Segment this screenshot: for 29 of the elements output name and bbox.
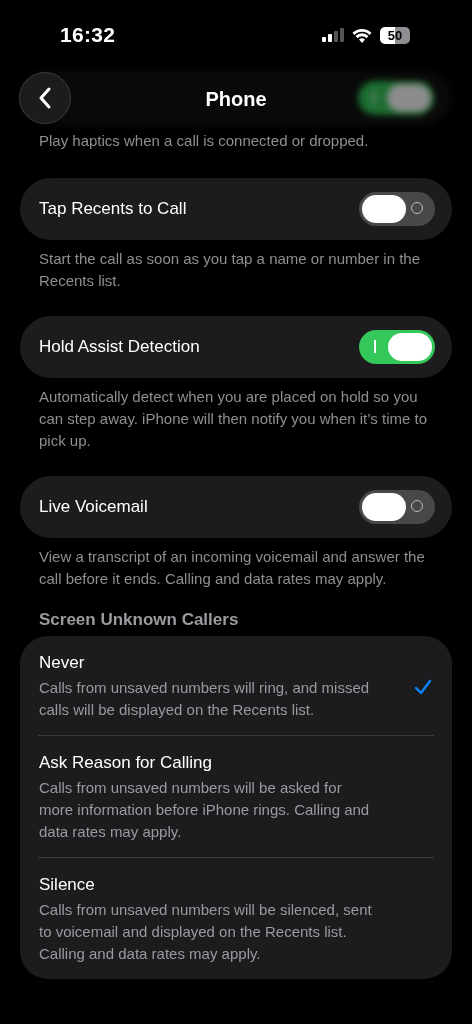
section-heading: Screen Unknown Callers <box>38 609 240 631</box>
back-button[interactable] <box>19 72 71 124</box>
setting-label: Tap Recents to Call <box>39 199 187 219</box>
back-chevron-icon <box>38 87 52 109</box>
setting-description: View a transcript of an incoming voicemail and answer the call before it ends. Calling and data rates may apply. <box>38 547 426 589</box>
signal-icon <box>322 28 344 42</box>
toggle-switch[interactable] <box>358 81 434 115</box>
setting-description: Automatically detect when you are placed on hold so you can step away. iPhone will then notify you when it’s time to pick up. <box>38 387 428 451</box>
option-description: Calls from unsaved numbers will be asked for more information before iPhone rings. Calling and data rates may apply. <box>39 778 371 842</box>
option-title: Silence <box>39 875 96 895</box>
option-title: Ask Reason for Calling <box>39 753 213 773</box>
option-row[interactable]: Ask Reason for Calling Calls from unsaved numbers will be asked for more information before iPhone rings. Calling and data rates may apply. <box>38 735 434 857</box>
toggle-switch[interactable] <box>359 490 435 524</box>
toggle-switch[interactable] <box>359 330 435 364</box>
checkmark-icon <box>414 679 432 695</box>
setting-label: Hold Assist Detection <box>39 337 200 357</box>
status-time: 16:32 <box>60 23 116 47</box>
option-description: Calls from unsaved numbers will be silenced, sent to voicemail and displayed on the Recents list. Calling and data rates may apply. <box>39 900 373 964</box>
setting-description: Start the call as soon as you tap a name or number in the Recents list. <box>38 249 422 291</box>
option-row[interactable]: Never Calls from unsaved numbers will ring, and missed calls will be displayed on the Recents list. <box>38 636 434 735</box>
option-title: Never <box>39 653 86 673</box>
option-row[interactable]: Silence Calls from unsaved numbers will be silenced, sent to voicemail and displayed on the Recents list. Calling and data rates may apply. <box>38 857 434 979</box>
battery-indicator: 50 <box>380 26 410 44</box>
toggle-switch[interactable] <box>359 192 435 226</box>
option-description: Calls from unsaved numbers will ring, and missed calls will be displayed on the Recents list. <box>39 678 371 720</box>
page-title: Phone <box>205 87 267 111</box>
wifi-icon <box>352 27 372 43</box>
setting-label: Live Voicemail <box>39 497 148 517</box>
setting-description: Play haptics when a call is connected or dropped. <box>38 131 370 151</box>
